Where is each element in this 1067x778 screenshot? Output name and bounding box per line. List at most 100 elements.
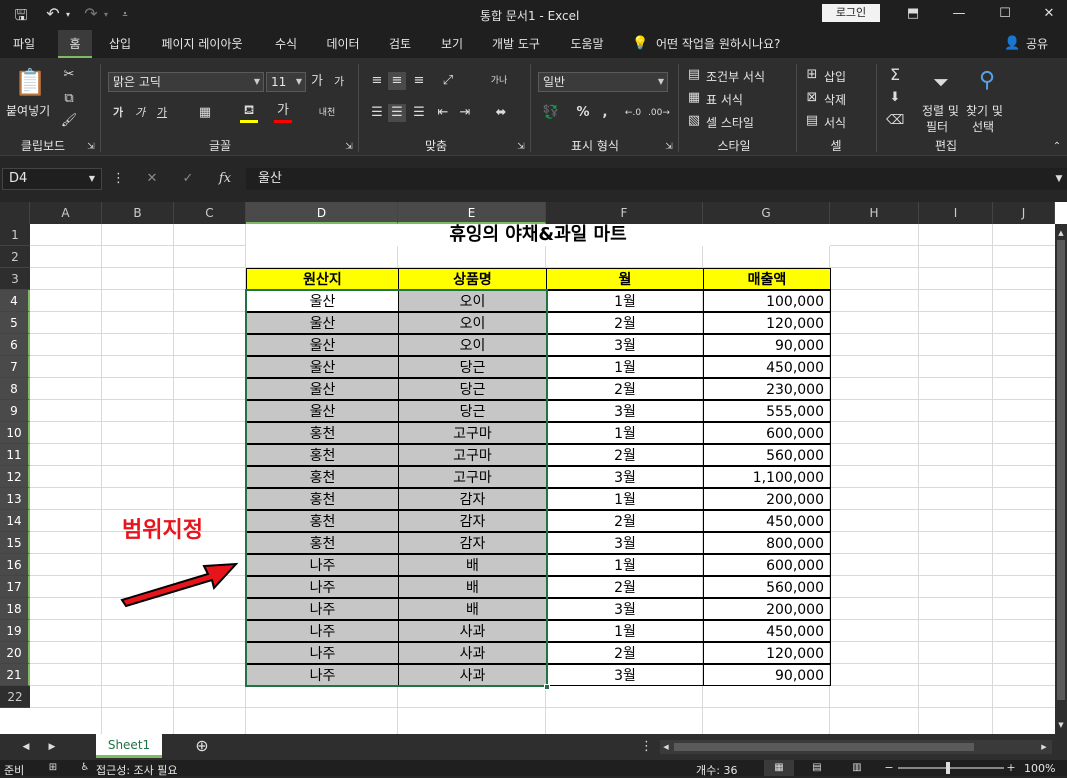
save-icon[interactable]: 🖫 (12, 6, 30, 24)
data-cell[interactable]: 3월 (546, 466, 704, 488)
data-cell[interactable]: 울산 (246, 356, 399, 378)
data-cell[interactable]: 홍천 (246, 510, 399, 532)
sheet-tab-sheet1[interactable]: Sheet1 (96, 734, 162, 758)
collapse-ribbon-icon[interactable]: ⌃ (1050, 138, 1064, 156)
more-options-icon[interactable]: ⋮ (112, 170, 125, 188)
row-header-21[interactable]: 21 (0, 664, 30, 686)
customize-toolbar-icon[interactable]: ⩡ (120, 6, 130, 24)
decrease-font-icon[interactable]: 가 (330, 73, 348, 91)
data-cell[interactable]: 3월 (546, 400, 704, 422)
align-top-icon[interactable]: ≡ (368, 72, 386, 90)
clipboard-launcher-icon[interactable]: ⇲ (86, 138, 96, 156)
select-all-corner[interactable] (0, 202, 30, 224)
data-cell[interactable]: 오이 (398, 312, 547, 334)
data-cell[interactable]: 울산 (246, 312, 399, 334)
data-cell[interactable]: 당근 (398, 356, 547, 378)
data-cell[interactable]: 홍천 (246, 532, 399, 554)
copy-icon[interactable]: ⧉ (60, 90, 78, 108)
currency-icon[interactable]: 💱 (540, 104, 562, 122)
tell-me-search[interactable]: 어떤 작업을 원하시나요? (656, 30, 806, 58)
font-name-select[interactable]: 맑은 고딕 ▼ (108, 72, 264, 92)
row-header-7[interactable]: 7 (0, 356, 30, 378)
align-middle-icon[interactable]: ≡ (388, 72, 406, 90)
undo-icon[interactable]: ↶ (44, 5, 62, 23)
normal-view-icon[interactable]: ▦ (764, 760, 794, 776)
increase-font-icon[interactable]: 가 (308, 73, 326, 91)
login-button[interactable]: 로그인 (822, 4, 880, 22)
data-cell[interactable]: 800,000 (703, 532, 831, 554)
insert-cells-button[interactable]: 삽입 (824, 68, 846, 85)
sort-filter-label-1[interactable]: 정렬 및 (922, 102, 959, 119)
data-cell[interactable]: 오이 (398, 334, 547, 356)
italic-icon[interactable]: 가 (132, 104, 148, 122)
underline-icon[interactable]: 가 (154, 104, 170, 122)
scroll-left-icon[interactable]: ◀ (660, 738, 672, 756)
row-header-3[interactable]: 3 (0, 268, 30, 290)
paste-label[interactable]: 붙여넣기 (6, 102, 50, 119)
cell-styles-button[interactable]: 셀 스타일 (706, 114, 754, 131)
align-launcher-icon[interactable]: ⇲ (516, 138, 526, 156)
data-cell[interactable]: 450,000 (703, 620, 831, 642)
cut-icon[interactable]: ✂ (60, 66, 78, 84)
tab-developer[interactable]: 개발 도구 (484, 30, 548, 58)
data-cell[interactable]: 600,000 (703, 422, 831, 444)
tab-page-layout[interactable]: 페이지 레이아웃 (152, 30, 252, 58)
autosum-icon[interactable]: Σ (886, 66, 904, 84)
data-cell[interactable]: 나주 (246, 642, 399, 664)
sort-filter-label-2[interactable]: 필터 (926, 118, 948, 135)
data-cell[interactable]: 1월 (546, 620, 704, 642)
data-cell[interactable]: 450,000 (703, 510, 831, 532)
delete-cells-button[interactable]: 삭제 (824, 91, 846, 108)
minimize-icon[interactable]: — (950, 5, 968, 23)
tab-formulas[interactable]: 수식 (266, 30, 306, 58)
data-cell[interactable]: 3월 (546, 532, 704, 554)
data-cell[interactable]: 당근 (398, 378, 547, 400)
align-bottom-icon[interactable]: ≡ (410, 72, 428, 90)
accessibility-icon[interactable]: ♿ (78, 759, 92, 777)
align-left-icon[interactable]: ☰ (368, 104, 386, 122)
data-cell[interactable]: 2월 (546, 510, 704, 532)
expand-formula-icon[interactable]: ▼ (1052, 170, 1066, 188)
data-cell[interactable]: 배 (398, 576, 547, 598)
prev-sheet-icon[interactable]: ◀ (20, 738, 32, 756)
data-cell[interactable]: 2월 (546, 312, 704, 334)
number-launcher-icon[interactable]: ⇲ (664, 138, 674, 156)
increase-decimal-icon[interactable]: ←.0 (622, 104, 644, 122)
zoom-out-icon[interactable]: − (884, 759, 894, 777)
add-sheet-icon[interactable]: ⊕ (192, 737, 212, 755)
data-cell[interactable]: 홍천 (246, 444, 399, 466)
data-cell[interactable]: 사과 (398, 664, 547, 686)
format-cells-button[interactable]: 서식 (824, 114, 846, 131)
data-cell[interactable]: 200,000 (703, 488, 831, 510)
zoom-slider-thumb[interactable] (946, 762, 950, 774)
tab-file[interactable]: 파일 (2, 30, 46, 58)
tab-split-icon[interactable]: ⋮ (640, 738, 653, 756)
zoom-slider[interactable] (898, 762, 1004, 774)
worksheet-grid[interactable]: ABCDEFGHIJ 1 2 3 4 5 6 7 8 9 10 11 12 13 14 15 16 17 18 19… (0, 202, 1067, 734)
horizontal-scroll-thumb[interactable] (674, 743, 974, 751)
data-cell[interactable]: 600,000 (703, 554, 831, 576)
data-cell[interactable]: 560,000 (703, 576, 831, 598)
data-cell[interactable]: 고구마 (398, 422, 547, 444)
data-cell[interactable]: 고구마 (398, 466, 547, 488)
zoom-level[interactable]: 100% (1024, 762, 1055, 775)
data-cell[interactable]: 나주 (246, 554, 399, 576)
header-cell[interactable]: 상품명 (398, 268, 547, 290)
data-cell[interactable]: 나주 (246, 598, 399, 620)
data-cell[interactable]: 배 (398, 554, 547, 576)
align-center-icon[interactable]: ☰ (388, 104, 406, 122)
format-painter-icon[interactable]: 🖌 (60, 112, 78, 130)
tab-review[interactable]: 검토 (380, 30, 420, 58)
find-select-icon[interactable]: ⚲ (972, 66, 1002, 96)
number-format-select[interactable]: 일반 ▼ (538, 72, 668, 92)
data-cell[interactable]: 홍천 (246, 422, 399, 444)
data-cell[interactable]: 울산 (246, 378, 399, 400)
row-header-2[interactable]: 2 (0, 246, 30, 268)
header-cell[interactable]: 월 (546, 268, 704, 290)
column-header-i[interactable]: I (919, 202, 993, 224)
font-color-icon[interactable]: 가 (274, 102, 292, 123)
row-header-12[interactable]: 12 (0, 466, 30, 488)
next-sheet-icon[interactable]: ▶ (46, 738, 58, 756)
redo-dropdown-icon[interactable]: ▾ (102, 6, 110, 24)
column-header-c[interactable]: C (174, 202, 246, 224)
